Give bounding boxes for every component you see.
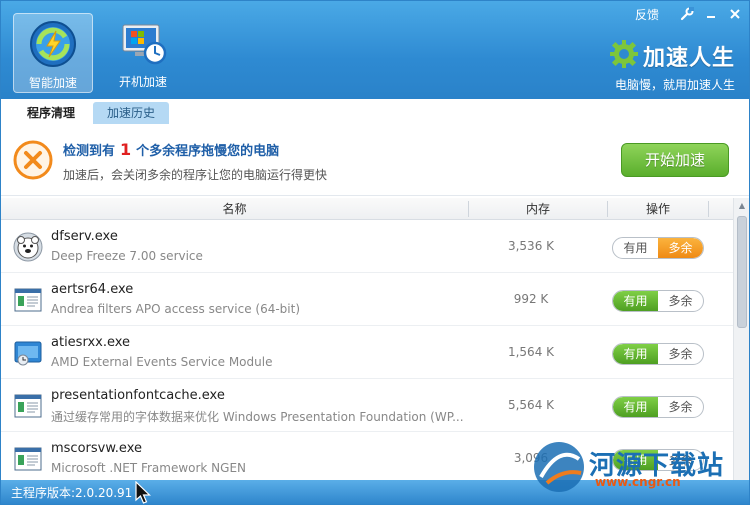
- application-window-icon: [13, 285, 43, 315]
- process-memory: 3,536 K: [507, 239, 555, 253]
- close-icon[interactable]: [723, 2, 747, 26]
- header: 反馈 智能加速 开机加速 加速人生 电脑慢，就用加速人生 程序清理 加速历史: [1, 1, 749, 124]
- application-window-icon: [13, 444, 43, 474]
- alert-title: 检测到有 1 个多余程序拖慢您的电脑: [63, 140, 279, 159]
- process-description: 通过缓存常用的字体数据来优化 Windows Presentation Foun…: [51, 410, 464, 424]
- useful-extra-toggle[interactable]: 有用 多余: [612, 290, 704, 312]
- tab-accel-history[interactable]: 加速历史: [93, 102, 170, 124]
- toggle-extra[interactable]: 多余: [658, 397, 703, 417]
- brand-slogan: 电脑慢，就用加速人生: [614, 78, 735, 92]
- toggle-extra[interactable]: 多余: [658, 238, 703, 258]
- column-header-action[interactable]: 操作: [608, 198, 708, 220]
- version-label: 主程序版本:2.0.20.91: [11, 486, 133, 500]
- useful-extra-toggle[interactable]: 有用 多余: [612, 343, 704, 365]
- start-accel-button[interactable]: 开始加速: [621, 143, 729, 177]
- toggle-extra[interactable]: 多余: [658, 291, 703, 311]
- boot-accel-button[interactable]: 开机加速: [103, 13, 183, 93]
- mouse-pointer-icon: [134, 480, 154, 504]
- amd-service-icon: [13, 338, 43, 368]
- boot-accel-label: 开机加速: [118, 75, 167, 89]
- smart-accel-icon: [29, 20, 77, 68]
- tab-program-cleanup[interactable]: 程序清理: [13, 102, 90, 124]
- table-row[interactable]: mscorsvw.exe Microsoft .NET Framework NG…: [1, 432, 735, 482]
- process-description: Microsoft .NET Framework NGEN: [51, 461, 247, 475]
- program-list: dfserv.exe Deep Freeze 7.00 service 3,53…: [1, 220, 735, 482]
- table-header: 名称 内存 操作: [1, 198, 749, 220]
- table-row[interactable]: atiesrxx.exe AMD External Events Service…: [1, 326, 735, 379]
- settings-icon[interactable]: [675, 2, 699, 26]
- deep-freeze-bear-icon: [13, 232, 43, 262]
- process-description: Deep Freeze 7.00 service: [51, 249, 203, 263]
- scroll-up-arrow-icon[interactable]: ▲: [734, 198, 749, 214]
- column-header-name[interactable]: 名称: [1, 198, 468, 220]
- toggle-useful[interactable]: 有用: [613, 238, 658, 258]
- useful-extra-toggle[interactable]: 有用 多余: [612, 396, 704, 418]
- toggle-extra[interactable]: 多余: [658, 450, 703, 470]
- process-memory: 5,564 K: [507, 398, 555, 412]
- process-description: Andrea filters APO access service (64-bi…: [51, 302, 301, 316]
- process-memory: 992 K: [513, 292, 549, 306]
- title-bar-controls: 反馈: [635, 1, 749, 27]
- toggle-extra[interactable]: 多余: [658, 344, 703, 364]
- warning-x-icon: [13, 140, 53, 180]
- gear-logo-icon: [609, 39, 639, 72]
- tab-bar: 程序清理 加速历史: [13, 102, 173, 124]
- status-bar: 主程序版本:2.0.20.91: [1, 480, 749, 504]
- process-memory: 3,096: [513, 451, 549, 465]
- scrollbar-thumb[interactable]: [737, 216, 747, 328]
- process-description: AMD External Events Service Module: [51, 355, 273, 369]
- table-row[interactable]: presentationfontcache.exe 通过缓存常用的字体数据来优化…: [1, 379, 735, 432]
- alert-title-prefix: 检测到有: [63, 144, 116, 159]
- process-name: dfserv.exe: [51, 229, 118, 244]
- boot-accel-icon: [119, 19, 167, 67]
- table-row[interactable]: aertsr64.exe Andrea filters APO access s…: [1, 273, 735, 326]
- smart-accel-label: 智能加速: [28, 76, 77, 90]
- extra-program-count: 1: [120, 140, 132, 159]
- table-row[interactable]: dfserv.exe Deep Freeze 7.00 service 3,53…: [1, 220, 735, 273]
- process-name: aertsr64.exe: [51, 282, 134, 297]
- brand: 加速人生 电脑慢，就用加速人生: [609, 39, 735, 93]
- alert-title-suffix: 个多余程序拖慢您的电脑: [136, 144, 280, 159]
- useful-extra-toggle[interactable]: 有用 多余: [612, 449, 704, 471]
- alert-subtitle: 加速后，会关闭多余的程序让您的电脑运行得更快: [63, 168, 328, 182]
- toggle-useful[interactable]: 有用: [613, 450, 658, 470]
- useful-extra-toggle[interactable]: 有用 多余: [612, 237, 704, 259]
- toggle-useful[interactable]: 有用: [613, 291, 658, 311]
- toggle-useful[interactable]: 有用: [613, 397, 658, 417]
- process-memory: 1,564 K: [507, 345, 555, 359]
- application-window-icon: [13, 391, 43, 421]
- process-name: mscorsvw.exe: [51, 441, 142, 456]
- toggle-useful[interactable]: 有用: [613, 344, 658, 364]
- minimize-icon[interactable]: [699, 2, 723, 26]
- brand-title: 加速人生: [642, 45, 735, 71]
- column-divider: [708, 201, 709, 217]
- column-header-memory[interactable]: 内存: [469, 198, 607, 220]
- feedback-link[interactable]: 反馈: [635, 6, 659, 23]
- process-name: atiesrxx.exe: [51, 335, 131, 350]
- app-window: 反馈 智能加速 开机加速 加速人生 电脑慢，就用加速人生 程序清理 加速历史 检…: [0, 0, 750, 505]
- smart-accel-button[interactable]: 智能加速: [13, 13, 93, 93]
- vertical-scrollbar[interactable]: ▲: [733, 198, 749, 482]
- process-name: presentationfontcache.exe: [51, 388, 225, 403]
